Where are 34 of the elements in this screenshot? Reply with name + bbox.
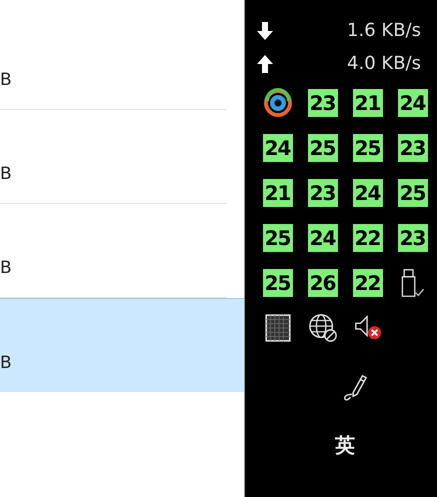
globe-icon[interactable] (308, 312, 338, 342)
temperature-badge[interactable]: 23 (308, 178, 338, 206)
temperature-badge[interactable]: 24 (398, 88, 428, 116)
temperature-badge[interactable]: 21 (352, 88, 382, 116)
temperature-badge[interactable]: 21 (262, 178, 292, 206)
temperature-badge[interactable]: 22 (352, 224, 382, 252)
row-text: B (0, 260, 12, 277)
temperature-badge[interactable]: 23 (398, 134, 428, 162)
row-text: B (0, 72, 12, 89)
temperature-badge[interactable]: 25 (262, 268, 292, 296)
temperature-badge[interactable]: 24 (308, 224, 338, 252)
temperature-badge[interactable]: 25 (262, 224, 292, 252)
temperature-badge[interactable]: 25 (352, 134, 382, 162)
network-speed: 1.6 KB/s (347, 20, 421, 41)
temperature-badge[interactable]: 23 (308, 88, 338, 116)
row-text: B (0, 355, 12, 372)
ring-icon[interactable] (262, 88, 292, 118)
temperature-badge[interactable]: 23 (398, 224, 428, 252)
temperature-badge[interactable]: 25 (308, 134, 338, 162)
temperature-badge[interactable]: 24 (352, 178, 382, 206)
grid-icon[interactable] (262, 312, 292, 342)
temperature-badge[interactable]: 26 (308, 268, 338, 296)
temperature-badge[interactable]: 24 (262, 134, 292, 162)
input-method-indicator[interactable]: 英 (335, 432, 355, 459)
down-arrow-icon (255, 20, 275, 40)
temperature-badge[interactable]: 25 (398, 178, 428, 206)
network-speed: 4.0 KB/s (347, 53, 421, 74)
row-text: B (0, 166, 12, 183)
list-row[interactable]: B (0, 110, 227, 204)
list-row[interactable]: B (0, 0, 227, 110)
up-arrow-icon (255, 54, 275, 74)
selected-list-row[interactable]: B (0, 298, 244, 392)
pen-icon[interactable] (342, 372, 368, 402)
temperature-badge[interactable]: 22 (352, 268, 382, 296)
